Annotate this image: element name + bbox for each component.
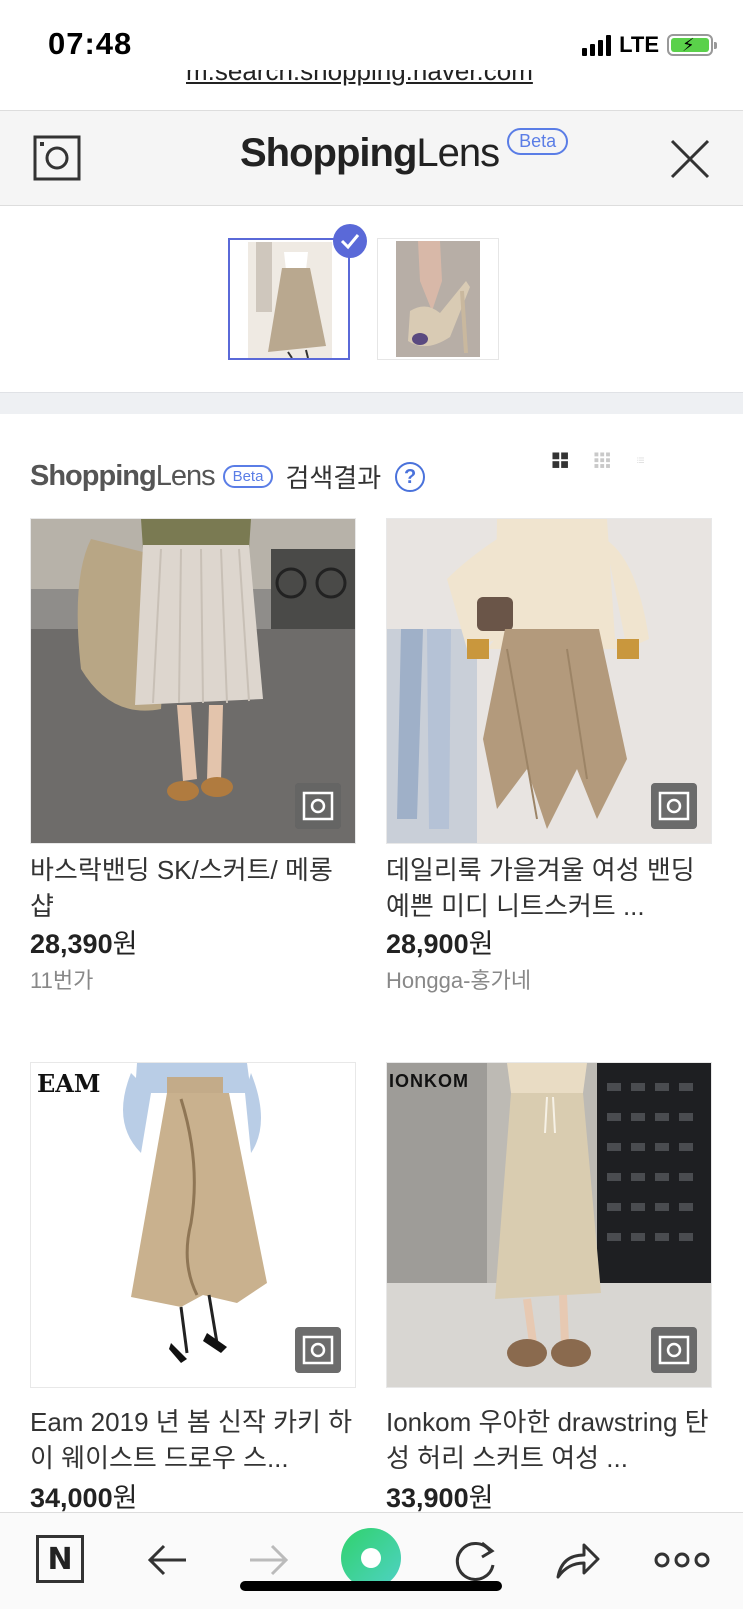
network-label: LTE <box>619 32 659 57</box>
skirt-thumbnail <box>248 242 332 358</box>
section-divider <box>0 392 743 414</box>
url-bar[interactable]: m.search.shopping.naver.com <box>0 70 743 110</box>
product-title[interactable]: 바스락밴딩 SK/스커트/ 메롱샵 <box>30 852 356 924</box>
price-value: 34,000 <box>30 1483 113 1513</box>
grid-large-icon[interactable] <box>552 452 568 468</box>
price-value: 28,390 <box>30 929 113 959</box>
home-indicator <box>240 1581 502 1591</box>
thumb-shoes[interactable] <box>377 238 499 360</box>
close-icon[interactable] <box>668 137 712 181</box>
naver-home-button[interactable]: N <box>36 1535 84 1583</box>
product-price: 28,390원 <box>30 922 137 961</box>
shoes-thumbnail <box>396 241 480 357</box>
thumb-skirt[interactable] <box>228 238 350 360</box>
product-image[interactable]: EAM <box>30 1062 356 1388</box>
view-toggles <box>552 452 644 468</box>
brand-mark: IONKOM <box>389 1071 469 1091</box>
results-header: Shopping Lens Beta 검색결과 ? <box>30 458 426 495</box>
results-logo-shopping: Shopping <box>30 460 157 492</box>
product-title[interactable]: Eam 2019 년 봄 신작 카키 하이 웨이스트 드로우 스... <box>30 1404 356 1476</box>
bottom-toolbar: N <box>0 1512 743 1609</box>
product-price: 28,900원 <box>386 922 493 961</box>
forward-icon[interactable] <box>244 1535 294 1585</box>
product-image[interactable] <box>30 518 356 844</box>
brand-mark: EAM <box>37 1069 101 1098</box>
more-icon[interactable] <box>654 1535 710 1585</box>
results-beta-badge: Beta <box>222 465 274 488</box>
lens-search-icon[interactable] <box>651 783 697 829</box>
product-title[interactable]: 데일리룩 가을겨울 여성 밴딩 예쁜 미디 니트스커트 ... <box>386 852 712 924</box>
url-text: m.search.shopping.naver.com <box>186 70 533 86</box>
detected-objects <box>0 206 743 392</box>
product-image[interactable] <box>386 518 712 844</box>
lens-header: Shopping Lens Beta <box>0 110 743 206</box>
product-card[interactable]: EAM Eam 2019 년 봄 신작 카키 하이 웨이스트 드로우 스... … <box>30 1062 356 1515</box>
product-price: 33,900원 <box>386 1476 493 1515</box>
lens-search-icon[interactable] <box>651 1327 697 1373</box>
signal-icon <box>582 34 612 56</box>
battery-icon: ⚡ <box>667 34 717 56</box>
back-icon[interactable] <box>142 1535 192 1585</box>
lens-search-icon[interactable] <box>295 783 341 829</box>
share-icon[interactable] <box>552 1535 602 1585</box>
results-title: 검색결과 <box>285 463 382 493</box>
price-value: 28,900 <box>386 929 469 959</box>
price-currency: 원 <box>112 929 138 959</box>
product-price: 34,000원 <box>30 1476 137 1515</box>
check-icon <box>333 224 367 258</box>
lens-search-icon[interactable] <box>295 1327 341 1373</box>
product-card[interactable]: 바스락밴딩 SK/스커트/ 메롱샵 28,390원 11번가 <box>30 518 356 1018</box>
price-currency: 원 <box>468 929 494 959</box>
camera-icon[interactable] <box>33 135 81 181</box>
product-image[interactable]: IONKOM <box>386 1062 712 1388</box>
green-dot-icon[interactable] <box>340 1527 402 1589</box>
help-icon[interactable]: ? <box>395 461 426 492</box>
product-seller: 11번가 <box>30 968 94 993</box>
price-currency: 원 <box>112 1483 138 1513</box>
product-seller: Hongga-홍가네 <box>386 968 532 993</box>
beta-badge: Beta <box>507 128 569 155</box>
product-title[interactable]: Ionkom 우아한 drawstring 탄성 허리 스커트 여성 ... <box>386 1404 712 1476</box>
status-icons: LTE ⚡ <box>582 32 717 58</box>
logo-lens: Lens <box>416 131 500 175</box>
logo-shopping: Shopping <box>240 131 417 175</box>
price-currency: 원 <box>468 1483 494 1513</box>
status-time: 07:48 <box>48 26 133 61</box>
shopping-lens-logo: Shopping Lens Beta <box>240 128 569 176</box>
refresh-icon[interactable] <box>450 1535 500 1585</box>
product-card[interactable]: 데일리룩 가을겨울 여성 밴딩 예쁜 미디 니트스커트 ... 28,900원 … <box>386 518 712 1018</box>
price-value: 33,900 <box>386 1483 469 1513</box>
product-card[interactable]: IONKOM Ionkom 우아한 drawstring 탄성 허리 스커트 여… <box>386 1062 712 1515</box>
grid-small-icon[interactable] <box>594 452 611 468</box>
list-view-icon[interactable] <box>636 452 644 468</box>
results-logo-lens: Lens <box>155 460 216 492</box>
